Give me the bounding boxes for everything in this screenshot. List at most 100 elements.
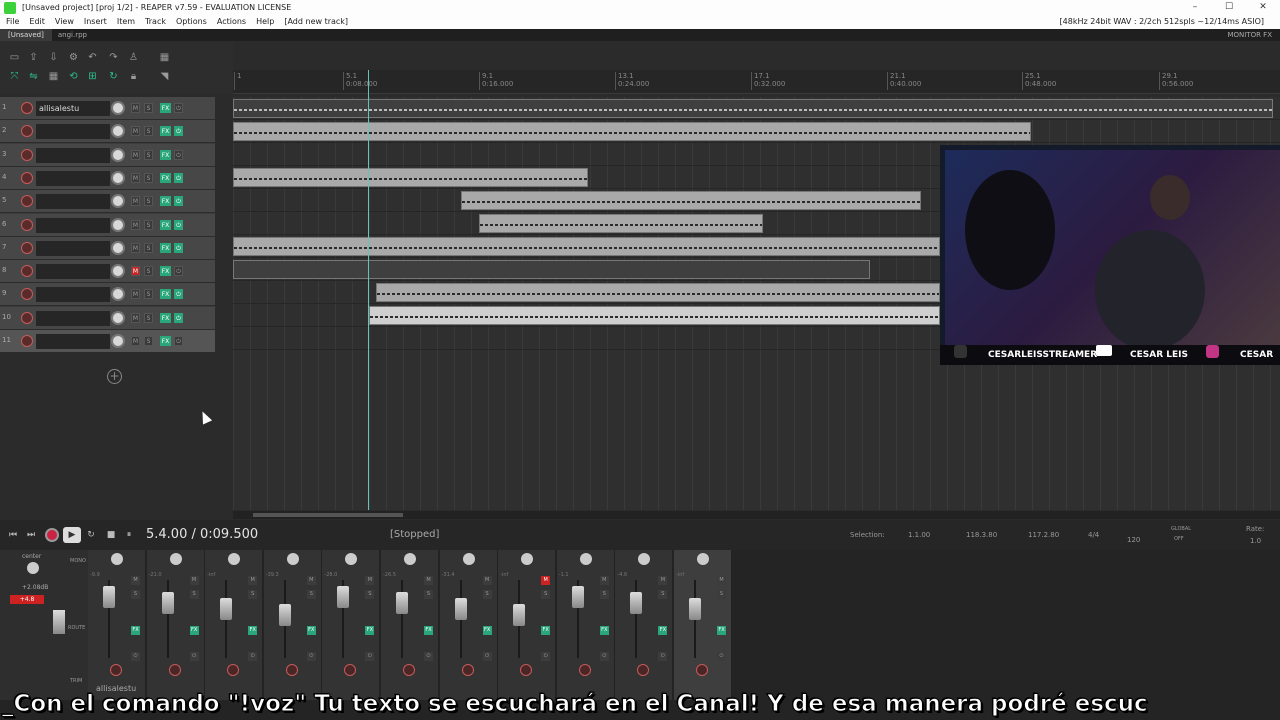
fx-bypass-icon[interactable]: ⏻ — [174, 312, 183, 323]
redo-icon[interactable]: ↷ — [107, 51, 120, 64]
fx-button[interactable]: FX — [160, 289, 171, 300]
env-button[interactable]: ⏻ — [365, 652, 375, 661]
mute-button[interactable]: M — [131, 312, 140, 323]
track-name[interactable] — [36, 147, 110, 163]
record-arm-icon[interactable] — [578, 664, 591, 676]
volume-knob[interactable] — [111, 217, 125, 232]
fx-bypass-icon[interactable]: ⏻ — [174, 196, 183, 207]
solo-button[interactable]: S — [599, 590, 609, 599]
minimize-button[interactable]: – — [1178, 0, 1212, 15]
menu-file[interactable]: File — [6, 15, 19, 29]
loop-icon[interactable]: ↻ — [107, 70, 120, 83]
mute-button[interactable]: M — [131, 196, 140, 207]
record-arm-icon[interactable] — [21, 241, 33, 254]
fx-button[interactable]: FX — [365, 626, 375, 635]
solo-button[interactable]: S — [424, 590, 433, 599]
pan-knob[interactable] — [286, 553, 299, 565]
track-lane[interactable] — [233, 97, 1280, 120]
volume-knob[interactable] — [111, 124, 125, 139]
open-project-icon[interactable]: ⇪ — [27, 51, 40, 64]
track-header[interactable]: 6 M S FX ⏻ — [0, 213, 215, 237]
fx-bypass-icon[interactable]: ⏻ — [174, 126, 183, 137]
master-fader[interactable] — [53, 610, 65, 634]
track-header[interactable]: 1 allisalestu M S FX ⏻ — [0, 97, 215, 120]
solo-button[interactable]: S — [144, 103, 153, 113]
route-button[interactable]: ROUTE — [68, 625, 85, 631]
solo-button[interactable]: S — [306, 590, 316, 599]
record-arm-icon[interactable] — [520, 664, 533, 676]
track-header[interactable]: 5 M S FX ⏻ — [0, 190, 215, 214]
volume-knob[interactable] — [111, 147, 125, 162]
mute-button[interactable]: M — [717, 576, 726, 585]
mute-button[interactable]: M — [306, 576, 316, 585]
solo-button[interactable]: S — [144, 149, 153, 160]
track-name[interactable] — [36, 334, 110, 349]
record-arm-icon[interactable] — [344, 664, 357, 676]
snap-grid-icon[interactable]: ▦ — [47, 70, 60, 83]
edit-cursor[interactable] — [368, 70, 369, 510]
auto-crossfade-icon[interactable]: ⇋ — [27, 70, 40, 83]
track-header[interactable]: 10 M S FX ⏻ — [0, 306, 215, 330]
menu-add-new-track[interactable]: [Add new track] — [284, 15, 348, 29]
pan-knob[interactable] — [111, 553, 123, 565]
record-arm-icon[interactable] — [285, 664, 298, 676]
lock-icon[interactable]: 🔒︎ — [127, 70, 140, 83]
undo-icon[interactable]: ↶ — [86, 51, 99, 64]
env-button[interactable]: ⏻ — [658, 652, 668, 661]
bpm-value[interactable]: 120 — [1127, 536, 1140, 544]
solo-button[interactable]: S — [248, 590, 258, 599]
track-header[interactable]: 11 M S FX ⏻ — [0, 330, 215, 353]
record-arm-icon[interactable] — [227, 664, 240, 676]
env-button[interactable]: ⏻ — [189, 652, 199, 661]
metronome-icon[interactable]: ♙ — [127, 51, 140, 64]
fx-button[interactable]: FX — [160, 196, 171, 207]
solo-button[interactable]: S — [717, 590, 726, 599]
track-header[interactable]: 4 M S FX ⏻ — [0, 166, 215, 190]
mono-button[interactable]: MONO — [70, 558, 86, 564]
solo-button[interactable]: S — [144, 289, 153, 300]
record-arm-icon[interactable] — [461, 664, 474, 676]
solo-button[interactable]: S — [144, 126, 153, 137]
master-pan-knob[interactable] — [27, 562, 39, 574]
env-button[interactable]: ⏻ — [482, 652, 492, 661]
solo-button[interactable]: S — [144, 219, 153, 230]
env-button[interactable]: ⏻ — [424, 652, 433, 661]
mute-button[interactable]: M — [424, 576, 433, 585]
media-item[interactable] — [233, 99, 1273, 118]
media-item[interactable] — [479, 214, 763, 233]
solo-button[interactable]: S — [144, 196, 153, 207]
fx-button[interactable]: FX — [599, 626, 609, 635]
media-item[interactable] — [376, 283, 940, 302]
mute-button[interactable]: M — [599, 576, 609, 585]
record-arm-icon[interactable] — [21, 171, 33, 184]
volume-knob[interactable] — [111, 264, 125, 279]
play-button[interactable]: ▶ — [63, 527, 81, 543]
grid-icon[interactable]: ▦ — [158, 51, 171, 64]
record-arm-icon[interactable] — [637, 664, 650, 676]
record-arm-icon[interactable] — [21, 125, 33, 138]
menu-view[interactable]: View — [55, 15, 74, 29]
fx-bypass-icon[interactable]: ⏻ — [174, 172, 183, 183]
snap-icon[interactable]: ⊞ — [86, 70, 99, 83]
record-arm-icon[interactable] — [403, 664, 415, 676]
track-name[interactable] — [36, 170, 110, 186]
track-name[interactable] — [36, 264, 110, 280]
track-header[interactable]: 8 M S FX ⏻ — [0, 260, 215, 284]
solo-button[interactable]: S — [482, 590, 492, 599]
solo-button[interactable]: S — [541, 590, 551, 599]
project-settings-icon[interactable]: ⚙ — [67, 51, 80, 64]
selection-end[interactable]: 118.3.80 — [966, 531, 997, 539]
env-button[interactable]: ⏻ — [248, 652, 258, 661]
fx-bypass-icon[interactable]: ⏻ — [174, 242, 183, 253]
fx-bypass-icon[interactable]: ⏻ — [174, 103, 183, 113]
volume-fader[interactable] — [396, 592, 408, 614]
media-item[interactable] — [233, 122, 1031, 141]
record-arm-icon[interactable] — [21, 288, 33, 301]
mute-button[interactable]: M — [131, 242, 140, 253]
pan-knob[interactable] — [579, 553, 592, 565]
pan-knob[interactable] — [638, 553, 651, 565]
mute-button[interactable]: M — [131, 172, 140, 183]
volume-fader[interactable] — [689, 598, 701, 620]
fx-button[interactable]: FX — [160, 172, 171, 183]
record-button[interactable] — [45, 528, 59, 542]
